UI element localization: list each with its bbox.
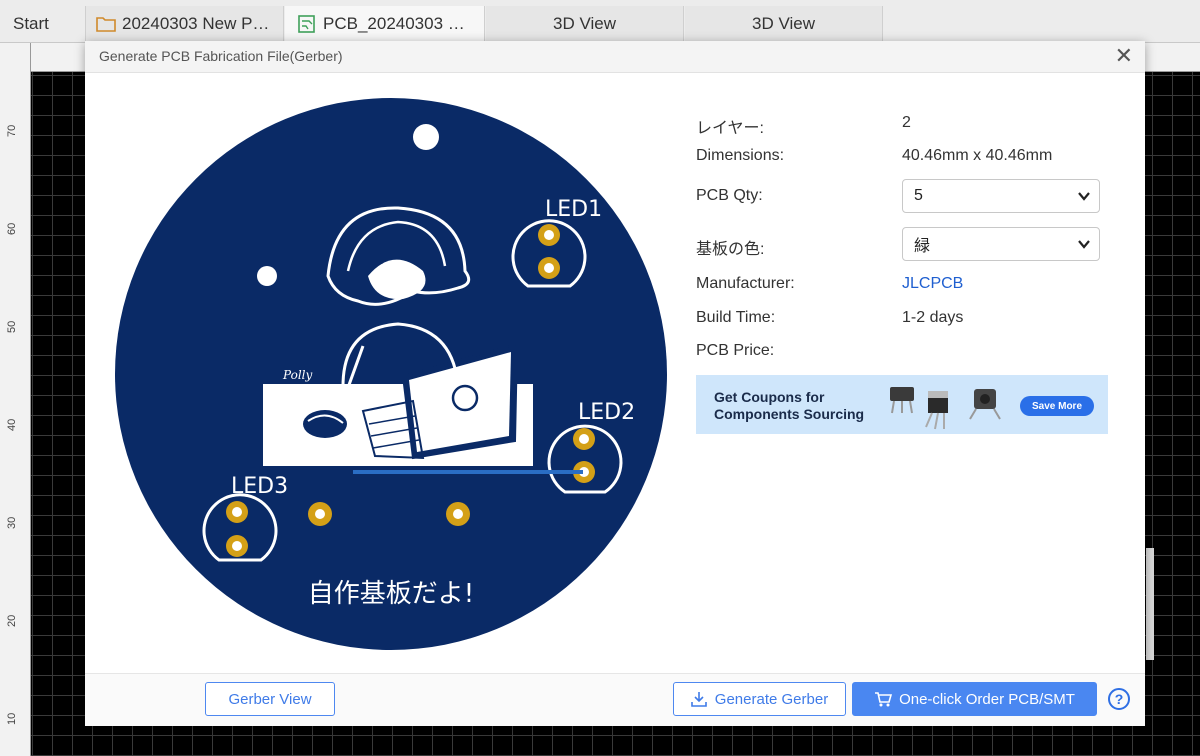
help-icon[interactable]: ? (1108, 688, 1130, 710)
ruler-label: 30 (6, 516, 18, 529)
banner-line-2: Components Sourcing (714, 406, 865, 422)
tab-start-label: Start (13, 14, 49, 33)
banner-text: Get Coupons for Components Sourcing (714, 389, 864, 423)
color-select[interactable]: 緑 (902, 227, 1100, 261)
artwork-signature: Polly (282, 368, 312, 382)
chevron-down-icon (1078, 192, 1090, 201)
pcb-icon (298, 15, 315, 33)
tab-pcb[interactable]: PCB_20240303 … (285, 6, 485, 42)
one-click-order-button[interactable]: One-click Order PCB/SMT (852, 682, 1097, 716)
pcb-caption: 自作基板だよ! (308, 579, 474, 609)
pcb-preview: LED1 LED2 LED3 Polly 自作基板だよ! (115, 98, 667, 650)
tab-3d-view-1[interactable]: 3D View (486, 6, 684, 42)
led3-label: LED3 (231, 474, 288, 499)
mounting-hole (413, 124, 439, 150)
board-outline (115, 98, 667, 650)
led1-label: LED1 (545, 197, 602, 222)
tab-3d-view-2[interactable]: 3D View (685, 6, 883, 42)
save-more-button[interactable]: Save More (1020, 396, 1094, 416)
gerber-view-label: Gerber View (228, 690, 312, 708)
color-select-value: 緑 (914, 238, 931, 255)
side-panel-handle[interactable] (1146, 548, 1154, 660)
coupon-banner[interactable]: Get Coupons for Components Sourcing Save… (696, 375, 1108, 434)
dimensions-value: 40.46mm x 40.46mm (902, 147, 1053, 164)
layers-label: レイヤー: (696, 120, 764, 137)
build-time-value: 1-2 days (902, 309, 964, 326)
banner-line-1: Get Coupons for (714, 389, 825, 405)
manufacturer-label: Manufacturer: (696, 275, 795, 292)
generate-gerber-label: Generate Gerber (714, 690, 829, 708)
qty-label: PCB Qty: (696, 187, 763, 204)
folder-icon (96, 17, 116, 32)
ruler-label: 20 (6, 614, 18, 627)
price-label: PCB Price: (696, 342, 775, 359)
chevron-down-icon (1078, 240, 1090, 249)
manufacturer-link[interactable]: JLCPCB (902, 275, 963, 293)
qty-select-value: 5 (914, 187, 923, 204)
ruler-label: 50 (6, 320, 18, 333)
tab-pcb-label: PCB_20240303 … (323, 14, 465, 33)
download-icon (690, 692, 707, 707)
build-time-label: Build Time: (696, 309, 776, 326)
close-icon[interactable]: ✕ (1115, 44, 1133, 68)
ruler-label: 70 (6, 124, 18, 137)
qty-select[interactable]: 5 (902, 179, 1100, 213)
dimensions-label: Dimensions: (696, 147, 785, 164)
generate-gerber-button[interactable]: Generate Gerber (673, 682, 846, 716)
color-label: 基板の色: (696, 241, 765, 258)
layers-value: 2 (902, 114, 911, 131)
mounting-hole (257, 266, 277, 286)
tab-start[interactable]: Start (0, 6, 86, 42)
tab-bar: Start 20240303 New P… PCB_20240303 … 3D … (0, 0, 1200, 43)
ruler-label: 60 (6, 222, 18, 235)
dialog-header: Generate PCB Fabrication File(Gerber) ✕ (85, 41, 1145, 73)
tab-schematic[interactable]: 20240303 New P… (86, 6, 284, 42)
cart-icon (875, 692, 893, 707)
tab-schematic-label: 20240303 New P… (122, 14, 270, 33)
dialog-title: Generate PCB Fabrication File(Gerber) (99, 48, 343, 64)
tab-3d-view-2-label: 3D View (752, 14, 815, 33)
ruler-label: 10 (6, 712, 18, 725)
dialog-footer: Gerber View Generate Gerber One-click Or… (85, 673, 1145, 726)
gerber-dialog: Generate PCB Fabrication File(Gerber) ✕ … (85, 41, 1145, 726)
tab-3d-view-1-label: 3D View (553, 14, 616, 33)
ruler-left: 70 60 50 40 30 20 10 (0, 43, 31, 756)
led2-label: LED2 (578, 400, 635, 425)
one-click-order-label: One-click Order PCB/SMT (899, 690, 1075, 708)
ruler-label: 40 (6, 418, 18, 431)
components-illustration (890, 387, 1001, 430)
gerber-view-button[interactable]: Gerber View (205, 682, 335, 716)
